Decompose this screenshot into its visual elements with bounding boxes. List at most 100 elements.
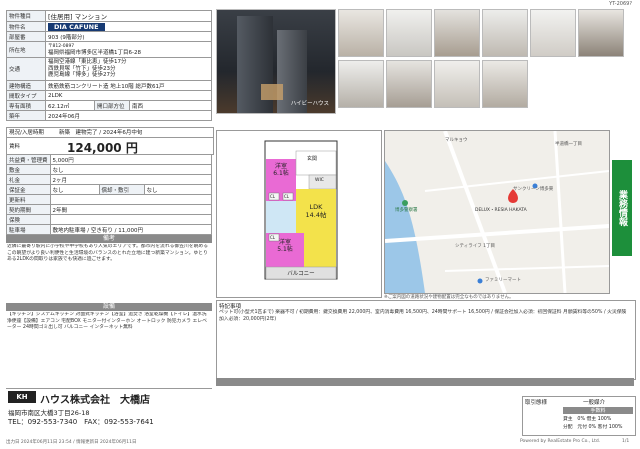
parking-label: 駐車場	[6, 224, 51, 235]
photo-caption: ハイビーハウス	[290, 101, 329, 107]
table-row: 駐車場 敷地内駐車場 / 空き有り / 11,000円	[6, 224, 213, 235]
guarantee-label: 保証金	[6, 184, 51, 195]
transaction-box: 取引態様 一般媒介 手数料 貸主 0% 借主 100% 分配 元付 0% 客付 …	[522, 396, 636, 436]
map-label: 半道橋一丁目	[555, 142, 582, 147]
room-value: 903 (9階部分)	[45, 31, 212, 42]
remarks-box: 特記事項 ペット可(小型犬1匹まで) 楽器不可 / 初期費用：鍵交換費用 22,…	[216, 300, 636, 380]
table-row: 敷金 なし	[6, 164, 213, 175]
renewal-label: 更新料	[6, 194, 51, 205]
transaction-value: 一般媒介	[583, 400, 606, 406]
transaction-label: 取引態様	[525, 400, 548, 406]
table-row: 間取タイプ 2LDK	[6, 90, 212, 101]
map-panel[interactable]: マルキョウ 博多警察署 半道橋一丁目 サンクリーン博多東 DELUX・RESIA…	[384, 130, 610, 294]
room-photo	[578, 9, 624, 57]
type-label: 物件種目	[6, 10, 46, 22]
fee-row: 貸主 0% 借主 100%	[563, 417, 612, 422]
footer-page: 1/1	[622, 439, 630, 444]
address-label: 所在地	[6, 41, 46, 58]
amort-label: 償却・敷引	[98, 184, 145, 195]
equipment-header: 設備	[6, 303, 212, 311]
room-label: CL	[284, 194, 290, 199]
table-row: 所在地 〒812-0897 福岡県福岡市博多区半道橋1丁目6-28	[6, 41, 212, 58]
map-label: ファミリーマート	[485, 278, 521, 283]
table-row: 部屋番 903 (9階部分)	[6, 31, 212, 42]
table-row: 保険	[6, 214, 213, 225]
table-row: 契約期間 2年間	[6, 204, 213, 215]
business-info-label: 業務情報	[617, 190, 627, 226]
map-label: DELUX・RESIA HAKATA	[475, 208, 527, 213]
room-label: 洋室 5.1帖	[277, 239, 293, 253]
room-label: バルコニー	[287, 271, 315, 277]
access-line: 鹿児島線「博多」徒歩27分	[48, 72, 116, 79]
room-bath	[266, 201, 296, 233]
guarantee-value: なし	[49, 184, 100, 195]
layout-value: 2LDK	[45, 90, 212, 101]
room-photo	[482, 9, 528, 57]
table-row: 物件種目 [住居用] マンション	[6, 10, 212, 22]
map-label: サンクリーン博多東	[513, 187, 554, 192]
room-label: CL	[270, 194, 276, 199]
fee-label: 手数料	[563, 407, 633, 414]
room-photo	[386, 60, 432, 108]
table-row: 建物構造 鉄筋鉄筋コンクリート造 地上10階 総戸数61戸	[6, 80, 212, 91]
document-id: YT-2069?	[609, 1, 632, 7]
footer-left: 出力日 2024年06月11日 23:54 / 情報更新日 2024年06月11…	[6, 440, 137, 445]
built-value: 2024年06月	[45, 110, 212, 121]
road	[444, 265, 609, 272]
mgmt-label: 共益費・管理費	[6, 154, 51, 165]
name-label: 物件名	[6, 21, 46, 32]
contract-label: 契約期間	[6, 204, 51, 215]
agent-address: 福岡市南区大橋3丁目26-18	[8, 409, 90, 417]
name-value: DIA CAFUNE	[48, 22, 105, 31]
keymoney-value: 2ヶ月	[49, 174, 213, 185]
poi-marker-icon	[477, 278, 483, 284]
table-row: 更新料	[6, 194, 213, 205]
parking-value: 敷地内駐車場 / 空き有り / 11,000円	[49, 224, 213, 235]
table-row: 礼金 2ヶ月	[6, 174, 213, 185]
table-row: 共益費・管理費 5,000円	[6, 154, 213, 165]
map-label: マルキョウ	[445, 138, 468, 143]
insurance-label: 保険	[6, 214, 51, 225]
direction-value: 南西	[129, 100, 212, 111]
layout-label: 間取タイプ	[6, 90, 46, 101]
move-label: 現況/入居時期	[9, 130, 44, 136]
room-label: WIC	[315, 178, 324, 183]
table-row: 保証金 なし 償却・敷引 なし	[6, 184, 213, 195]
room-photo	[338, 60, 384, 108]
room-photo	[434, 9, 480, 57]
table-row: 専有面積 62.12㎡ 開口部方位 南西	[6, 100, 212, 111]
structure-label: 建物構造	[6, 80, 46, 91]
agent-company: ハウス株式会社 大橋店	[40, 395, 150, 406]
room-label: LDK 14.4帖	[305, 203, 327, 219]
deposit-value: なし	[49, 164, 213, 175]
deposit-label: 敷金	[6, 164, 51, 175]
fee-table: 共益費・管理費 5,000円 敷金 なし 礼金 2ヶ月 保証金 なし 償却・敷引…	[6, 154, 213, 235]
renewal-value	[49, 194, 213, 205]
room-photo	[482, 60, 528, 108]
amort-value: なし	[143, 184, 213, 195]
keymoney-label: 礼金	[6, 174, 51, 185]
entrance-light	[261, 84, 283, 100]
table-row: 築年 2024年06月	[6, 110, 212, 121]
road	[385, 224, 609, 243]
room-photo	[434, 60, 480, 108]
room-label: 洋室 6.1帖	[273, 163, 289, 177]
agent-logo-icon: KH	[8, 391, 36, 403]
equipment-text: 【キッチン】システムキッチン 対面式キッチン【浴室】追焚き 浴室乾燥機【トイレ】…	[7, 312, 207, 330]
business-info-tab[interactable]: 業務情報	[612, 160, 632, 256]
agent-tel: TEL：092-553-7340 FAX：092-553-7641	[8, 418, 154, 426]
area-label: 専有面積	[6, 100, 46, 111]
remarks-label: 特記事項	[219, 304, 242, 310]
room-photo	[530, 9, 576, 57]
mgmt-value: 5,000円	[49, 154, 213, 165]
ad-strip	[216, 378, 634, 386]
spec-table: 物件種目 [住居用] マンション 物件名 DIA CAFUNE 部屋番 903 …	[6, 10, 212, 121]
remarks-text: ペット可(小型犬1匹まで) 楽器不可 / 初期費用：鍵交換費用 22,000円、…	[219, 310, 627, 322]
type-value: [住居用] マンション	[45, 10, 212, 22]
notes-header: 備考	[6, 235, 212, 243]
room-kitchen	[304, 241, 336, 267]
river	[385, 161, 425, 293]
poi-marker-icon	[402, 200, 408, 206]
map-label: シティライフ 1丁目	[455, 244, 496, 249]
direction-label: 開口部方位	[94, 100, 130, 111]
